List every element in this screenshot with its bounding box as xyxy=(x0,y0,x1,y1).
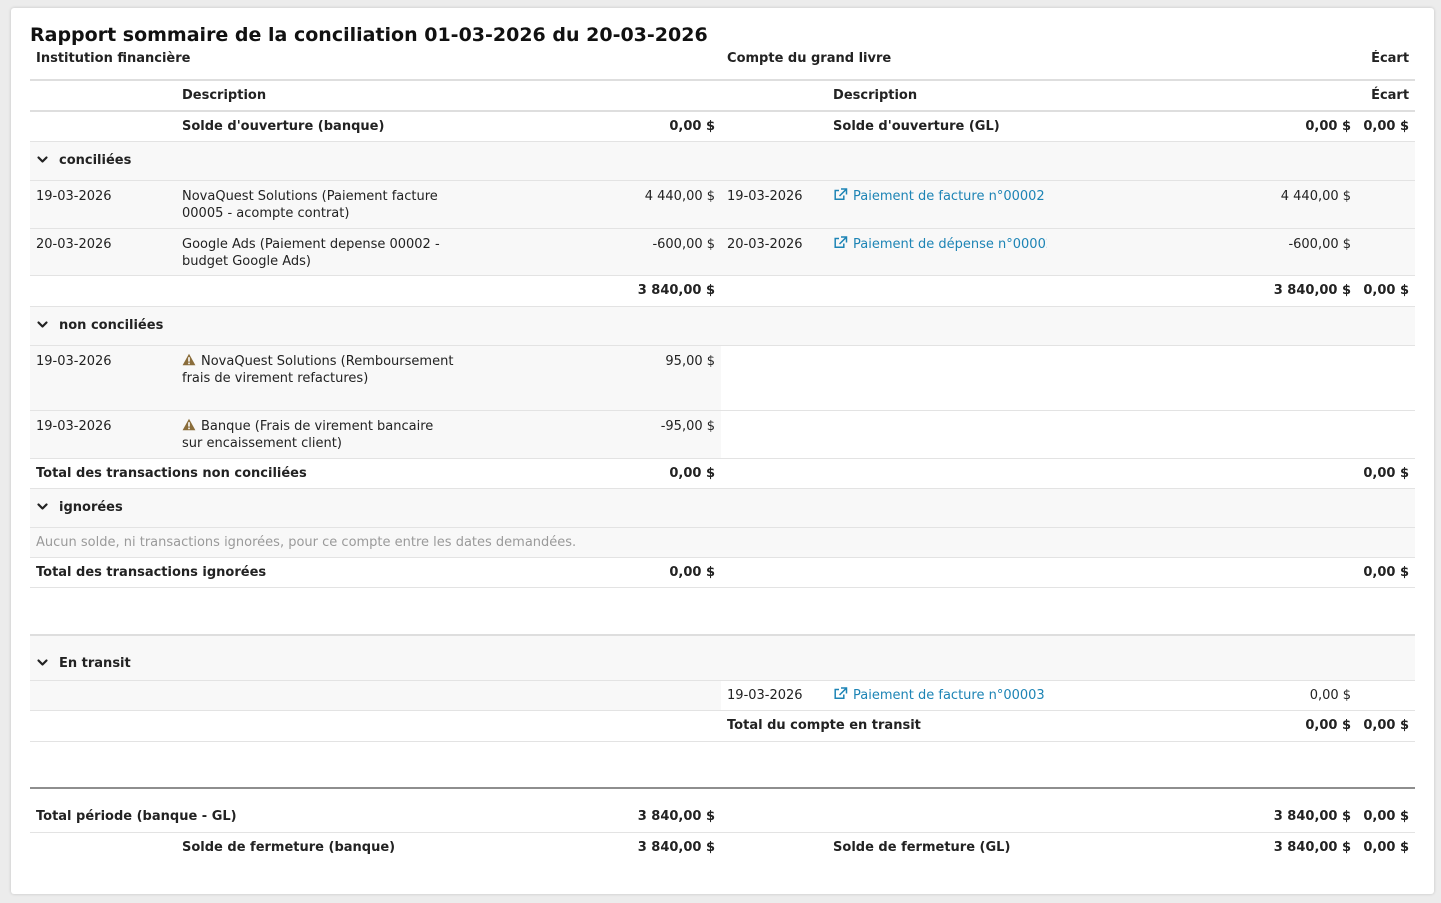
table-row: 19-03-2026 Paiement de facture n°00003 0… xyxy=(30,680,1416,711)
table-row: 19-03-2026 Banque (Frais de virement ban… xyxy=(30,410,1416,459)
report-title: Rapport sommaire de la conciliation 01-0… xyxy=(30,24,708,46)
external-link-icon[interactable] xyxy=(833,686,848,700)
bank-date: 19-03-2026 xyxy=(30,180,176,229)
section-ignored-label: ignorées xyxy=(59,500,123,515)
chevron-down-icon[interactable] xyxy=(36,153,49,166)
external-link-icon[interactable] xyxy=(833,235,848,249)
period-total-gl: 3 840,00 $ xyxy=(1047,788,1358,833)
opening-gl-amount: 0,00 $ xyxy=(1047,111,1358,142)
reconciled-total-gap: 0,00 $ xyxy=(1357,275,1416,307)
external-link-icon[interactable] xyxy=(833,187,848,201)
period-total-gap: 0,00 $ xyxy=(1357,788,1416,833)
ignored-total-gap: 0,00 $ xyxy=(1357,557,1416,588)
transit-total-row: Total du compte en transit 0,00 $ 0,00 $ xyxy=(30,710,1416,742)
table-row: 20-03-2026 Google Ads (Paiement depense … xyxy=(30,228,1416,276)
gl-date: 19-03-2026 xyxy=(721,680,828,711)
chevron-down-icon[interactable] xyxy=(36,500,49,513)
opening-gap: 0,00 $ xyxy=(1357,111,1416,142)
report-card: Rapport sommaire de la conciliation 01-0… xyxy=(11,8,1434,894)
ignored-empty-row: Aucun solde, ni transactions ignorées, p… xyxy=(30,527,1416,558)
warning-icon xyxy=(182,418,196,431)
col-header-description-gl: Description xyxy=(827,80,1048,112)
unreconciled-total-gap: 0,00 $ xyxy=(1357,458,1416,489)
col-header-description-bank: Description xyxy=(176,80,476,112)
gl-link-text[interactable]: Paiement de facture n°00003 xyxy=(853,688,1045,703)
bank-amount: 4 440,00 $ xyxy=(476,180,722,229)
bank-date: 19-03-2026 xyxy=(30,410,176,459)
gl-amount: -600,00 $ xyxy=(1047,228,1358,276)
reconciled-total-row: 3 840,00 $ 3 840,00 $ 0,00 $ xyxy=(30,275,1416,307)
section-unreconciled-header[interactable]: non conciliées xyxy=(30,306,1416,346)
chevron-down-icon[interactable] xyxy=(36,656,49,669)
col-header-gap-sub: Écart xyxy=(1357,80,1416,112)
gl-amount: 4 440,00 $ xyxy=(1047,180,1358,229)
gl-date: 19-03-2026 xyxy=(721,180,828,229)
transit-total-gl: 0,00 $ xyxy=(1047,710,1358,742)
section-reconciled-label: conciliées xyxy=(59,153,132,168)
section-unreconciled-label: non conciliées xyxy=(59,318,164,333)
section-reconciled-header[interactable]: conciliées xyxy=(30,141,1416,181)
bank-description: NovaQuest Solutions (Remboursement frais… xyxy=(176,345,476,411)
closing-bank-amount: 3 840,00 $ xyxy=(637,839,716,855)
period-total-label: Total période (banque - GL) xyxy=(30,788,476,833)
unreconciled-total-row: Total des transactions non conciliées 0,… xyxy=(30,458,1416,489)
bank-description-text: NovaQuest Solutions (Remboursement frais… xyxy=(182,353,454,386)
ignored-total-bank: 0,00 $ xyxy=(476,557,722,588)
section-transit-header[interactable]: En transit xyxy=(30,635,1416,681)
header-row: Institution financière Compte du grand l… xyxy=(30,50,1416,81)
gl-link-text[interactable]: Paiement de facture n°00002 xyxy=(853,189,1045,204)
closing-gap: 0,00 $ xyxy=(1363,839,1410,855)
gl-date: 20-03-2026 xyxy=(721,228,828,276)
unreconciled-total-bank: 0,00 $ xyxy=(476,458,722,489)
section-transit-label: En transit xyxy=(59,655,131,671)
reconciliation-table: Institution financière Compte du grand l… xyxy=(30,50,1416,862)
closing-bank-label: Solde de fermeture (banque) xyxy=(182,839,396,855)
bank-description: Banque (Frais de virement bancaire sur e… xyxy=(176,410,476,459)
bank-date: 20-03-2026 xyxy=(30,228,176,276)
spacer-row xyxy=(30,741,1416,789)
closing-gl-amount: 3 840,00 $ xyxy=(1273,839,1352,855)
opening-bank-label: Solde d'ouverture (banque) xyxy=(176,111,476,142)
bank-description: NovaQuest Solutions (Paiement facture 00… xyxy=(176,180,476,229)
reconciled-total-bank: 3 840,00 $ xyxy=(476,275,722,307)
gl-description-link[interactable]: Paiement de facture n°00002 xyxy=(827,180,1048,229)
bank-description: Google Ads (Paiement depense 00002 - bud… xyxy=(176,228,476,276)
period-total-bank: 3 840,00 $ xyxy=(476,788,722,833)
spacer-row xyxy=(30,587,1416,636)
col-header-gap: Écart xyxy=(1357,50,1416,81)
closing-gl-label: Solde de fermeture (GL) xyxy=(833,839,1011,855)
gl-amount: 0,00 $ xyxy=(1047,680,1358,711)
unreconciled-total-label: Total des transactions non conciliées xyxy=(30,458,476,489)
bank-amount: -600,00 $ xyxy=(476,228,722,276)
col-header-bank: Institution financière xyxy=(30,50,722,81)
transit-total-label: Total du compte en transit xyxy=(721,710,1048,742)
warning-icon xyxy=(182,353,196,366)
bank-description-text: Banque (Frais de virement bancaire sur e… xyxy=(182,418,434,451)
subheader-row: Description Description Écart xyxy=(30,80,1416,112)
gl-description-link[interactable]: Paiement de dépense n°00002 xyxy=(827,228,1048,276)
col-header-gl: Compte du grand livre xyxy=(721,50,1358,81)
transit-total-gap: 0,00 $ xyxy=(1357,710,1416,742)
opening-gl-label: Solde d'ouverture (GL) xyxy=(827,111,1048,142)
bank-amount: 95,00 $ xyxy=(476,345,722,411)
gl-description-link[interactable]: Paiement de facture n°00003 xyxy=(827,680,1048,711)
period-total-row: Total période (banque - GL) 3 840,00 $ 3… xyxy=(30,788,1416,833)
opening-bank-amount: 0,00 $ xyxy=(476,111,722,142)
table-row: 19-03-2026 NovaQuest Solutions (Paiement… xyxy=(30,180,1416,229)
ignored-total-row: Total des transactions ignorées 0,00 $ 0… xyxy=(30,557,1416,588)
gl-link-text[interactable]: Paiement de dépense n°00002 xyxy=(853,237,1047,252)
closing-balance-row: Solde de fermeture (banque) 3 840,00 $ S… xyxy=(30,832,1415,862)
bank-date: 19-03-2026 xyxy=(30,345,176,411)
bank-amount: -95,00 $ xyxy=(476,410,722,459)
ignored-empty-text: Aucun solde, ni transactions ignorées, p… xyxy=(30,527,1416,558)
section-ignored-header[interactable]: ignorées xyxy=(30,488,1416,528)
chevron-down-icon[interactable] xyxy=(36,318,49,331)
opening-balance-row: Solde d'ouverture (banque) 0,00 $ Solde … xyxy=(30,111,1416,142)
reconciled-total-gl: 3 840,00 $ xyxy=(1047,275,1358,307)
ignored-total-label: Total des transactions ignorées xyxy=(30,557,476,588)
table-row: 19-03-2026 NovaQuest Solutions (Rembours… xyxy=(30,345,1416,411)
